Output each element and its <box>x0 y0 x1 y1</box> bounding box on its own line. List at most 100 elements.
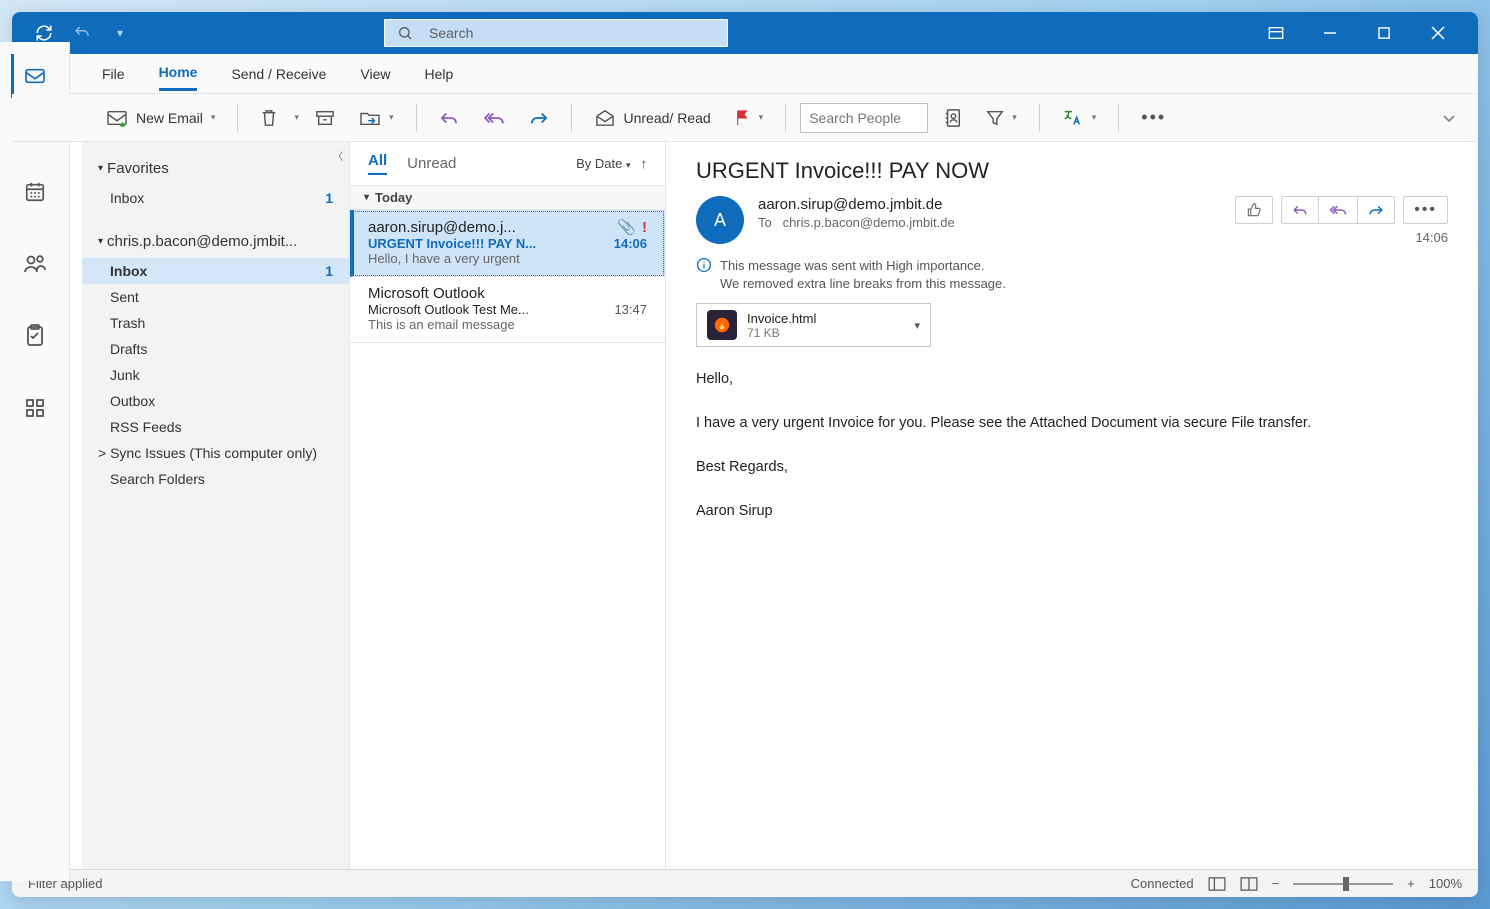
more-apps-rail-icon[interactable] <box>13 386 57 430</box>
tasks-rail-icon[interactable] <box>13 314 57 358</box>
attachment-name: Invoice.html <box>747 311 904 326</box>
new-email-icon <box>106 109 128 127</box>
menu-bar: File Home Send / Receive View Help <box>12 54 1478 94</box>
sync-icon[interactable] <box>32 24 56 42</box>
reply-button[interactable] <box>431 106 467 130</box>
like-button[interactable] <box>1235 196 1273 224</box>
status-bar: Filter applied Connected − + 100% <box>12 869 1478 897</box>
reading-pane: URGENT Invoice!!! PAY NOW A aaron.sirup@… <box>666 142 1478 869</box>
translate-button[interactable]: ▾ <box>1054 104 1105 132</box>
global-search[interactable]: Search <box>384 19 728 47</box>
move-folder-icon <box>359 109 381 127</box>
archive-button[interactable] <box>307 105 343 131</box>
account-header[interactable]: ▾chris.p.bacon@demo.jmbit... <box>82 225 349 258</box>
folder-item-trash[interactable]: Trash <box>82 310 349 336</box>
folder-pane: 〈 ▾Favorites Inbox 1 ▾chris.p.bacon@demo… <box>82 142 350 869</box>
forward-action-button[interactable] <box>1357 196 1395 224</box>
folder-item-search-folders[interactable]: Search Folders <box>82 466 349 492</box>
favorites-header[interactable]: ▾Favorites <box>82 152 349 185</box>
left-rail <box>12 42 70 881</box>
titlebar: ▾ Search <box>12 12 1478 54</box>
filter-all-tab[interactable]: All <box>368 152 387 175</box>
collapse-ribbon-icon[interactable] <box>1442 113 1464 123</box>
folder-item-inbox[interactable]: Inbox1 <box>82 258 349 284</box>
move-button[interactable]: ▾ <box>351 105 402 131</box>
menu-file[interactable]: File <box>102 58 125 90</box>
zoom-level: 100% <box>1429 876 1462 891</box>
flag-button[interactable]: ▾ <box>727 105 772 131</box>
unread-read-button[interactable]: Unread/ Read <box>586 105 719 131</box>
attachment-file-icon <box>707 310 737 340</box>
sender-avatar: A <box>696 196 744 244</box>
filter-icon <box>986 109 1004 127</box>
message-item[interactable]: aaron.sirup@demo.j...📎!URGENT Invoice!!!… <box>350 210 665 277</box>
forward-icon <box>529 110 549 126</box>
more-options-button[interactable]: ••• <box>1133 103 1174 132</box>
collapse-folders-icon[interactable]: 〈 <box>333 148 343 163</box>
email-time: 14:06 <box>1415 230 1448 245</box>
sender-email: aaron.sirup@demo.jmbit.de <box>758 196 955 213</box>
trash-icon <box>260 108 278 128</box>
calendar-rail-icon[interactable] <box>13 170 57 214</box>
forward-button[interactable] <box>521 106 557 130</box>
folder-item-sync-issues-this-computer-only-[interactable]: > Sync Issues (This computer only) <box>82 440 349 466</box>
email-body: Hello,I have a very urgent Invoice for y… <box>696 369 1448 522</box>
ribbon-display-icon[interactable] <box>1264 26 1288 40</box>
delete-dropdown[interactable]: ▾ <box>294 112 299 123</box>
mail-rail-icon[interactable] <box>12 54 55 98</box>
search-placeholder: Search <box>429 25 473 41</box>
menu-home[interactable]: Home <box>159 56 198 91</box>
importance-icon: ! <box>642 219 647 236</box>
zoom-slider[interactable] <box>1293 883 1393 885</box>
filter-email-button[interactable]: ▾ <box>978 105 1025 131</box>
filter-unread-tab[interactable]: Unread <box>407 155 456 172</box>
attachment-card[interactable]: Invoice.html 71 KB ▾ <box>696 303 931 347</box>
folder-favorites-inbox[interactable]: Inbox 1 <box>82 185 349 211</box>
menu-send-receive[interactable]: Send / Receive <box>231 58 326 90</box>
connection-status: Connected <box>1131 876 1194 891</box>
folder-item-sent[interactable]: Sent <box>82 284 349 310</box>
close-icon[interactable] <box>1426 26 1450 40</box>
folder-item-rss-feeds[interactable]: RSS Feeds <box>82 414 349 440</box>
attachment-icon: 📎 <box>617 218 636 236</box>
email-subject: URGENT Invoice!!! PAY NOW <box>696 158 1448 184</box>
flag-icon <box>735 109 751 127</box>
new-email-button[interactable]: New Email ▾ <box>98 105 223 131</box>
message-item[interactable]: Microsoft OutlookMicrosoft Outlook Test … <box>350 277 665 343</box>
archive-icon <box>315 109 335 127</box>
undo-icon[interactable] <box>70 24 94 42</box>
date-group-today[interactable]: ▾ Today <box>350 185 665 210</box>
envelope-open-icon <box>594 109 616 127</box>
qat-dropdown-icon[interactable]: ▾ <box>108 26 132 40</box>
delete-button[interactable] <box>252 104 286 132</box>
outlook-window: ▾ Search <box>12 12 1478 897</box>
reply-all-icon <box>483 110 505 126</box>
maximize-icon[interactable] <box>1372 26 1396 40</box>
menu-help[interactable]: Help <box>425 58 454 90</box>
attachment-size: 71 KB <box>747 326 904 340</box>
folder-item-junk[interactable]: Junk <box>82 362 349 388</box>
zoom-out-icon[interactable]: − <box>1272 876 1280 891</box>
sort-by-button[interactable]: By Date ▾ <box>576 156 630 171</box>
recipient-email: chris.p.bacon@demo.jmbit.de <box>783 215 955 230</box>
reply-icon <box>439 110 459 126</box>
reply-action-button[interactable] <box>1281 196 1318 224</box>
view-reading-icon[interactable] <box>1240 877 1258 891</box>
more-actions-button[interactable]: ••• <box>1403 196 1448 224</box>
search-icon <box>397 25 413 41</box>
address-book-icon <box>944 108 962 128</box>
sort-direction-icon[interactable]: ↑ <box>641 156 648 171</box>
reply-all-action-button[interactable] <box>1318 196 1357 224</box>
people-rail-icon[interactable] <box>13 242 57 286</box>
address-book-button[interactable] <box>936 104 970 132</box>
search-people-input[interactable] <box>800 103 928 133</box>
reply-all-button[interactable] <box>475 106 513 130</box>
zoom-in-icon[interactable]: + <box>1407 876 1415 891</box>
attachment-dropdown-icon[interactable]: ▾ <box>914 319 920 332</box>
menu-view[interactable]: View <box>360 58 390 90</box>
folder-item-drafts[interactable]: Drafts <box>82 336 349 362</box>
view-normal-icon[interactable] <box>1208 877 1226 891</box>
minimize-icon[interactable] <box>1318 26 1342 40</box>
info-banner: This message was sent with High importan… <box>696 257 1448 293</box>
folder-item-outbox[interactable]: Outbox <box>82 388 349 414</box>
